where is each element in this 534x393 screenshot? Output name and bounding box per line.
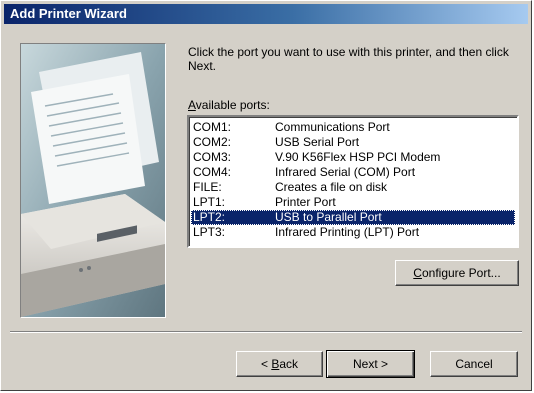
cancel-button[interactable]: Cancel <box>430 351 518 377</box>
port-description: Infrared Serial (COM) Port <box>275 165 416 179</box>
port-row-com1[interactable]: COM1: Communications Port <box>191 120 515 135</box>
port-name: COM3: <box>193 150 232 164</box>
port-name: LPT1: <box>193 195 226 209</box>
window-title: Add Printer Wizard <box>10 6 127 21</box>
back-button[interactable]: < Back <box>236 351 323 377</box>
next-button[interactable]: Next > <box>326 350 415 378</box>
port-description: Infrared Printing (LPT) Port <box>275 225 420 239</box>
back-prefix: < <box>260 357 272 371</box>
port-name: LPT2: <box>193 210 226 224</box>
available-ports-label: Available ports: <box>188 98 270 112</box>
printer-illustration <box>20 43 166 318</box>
port-row-lpt1[interactable]: LPT1: Printer Port <box>191 195 515 210</box>
ports-listbox[interactable]: COM1: Communications Port COM2: USB Seri… <box>187 115 519 248</box>
port-description: Printer Port <box>275 195 336 209</box>
port-name: COM4: <box>193 165 232 179</box>
port-description: Communications Port <box>275 120 390 134</box>
port-description: USB Serial Port <box>275 135 360 149</box>
port-row-lpt2-selected[interactable]: LPT2: USB to Parallel Port <box>191 210 515 225</box>
port-row-com2[interactable]: COM2: USB Serial Port <box>191 135 515 150</box>
button-separator <box>10 331 522 333</box>
ports-label-rest: vailable ports: <box>195 98 270 112</box>
ports-label-accel: A <box>188 98 196 112</box>
port-description: USB to Parallel Port <box>275 210 382 224</box>
port-description: V.90 K56Flex HSP PCI Modem <box>275 150 441 164</box>
port-name: COM2: <box>193 135 232 149</box>
port-name: FILE: <box>193 180 222 194</box>
wizard-window: Add Printer Wizard Click the port you wa… <box>0 0 532 391</box>
port-description: Creates a file on disk <box>275 180 388 194</box>
title-bar[interactable]: Add Printer Wizard <box>4 4 528 24</box>
port-row-lpt3[interactable]: LPT3: Infrared Printing (LPT) Port <box>191 225 515 240</box>
instruction-text: Click the port you want to use with this… <box>188 45 509 73</box>
port-row-file[interactable]: FILE: Creates a file on disk <box>191 180 515 195</box>
port-row-com4[interactable]: COM4: Infrared Serial (COM) Port <box>191 165 515 180</box>
configure-port-button[interactable]: Configure Port... <box>395 260 519 286</box>
port-name: LPT3: <box>193 225 226 239</box>
port-name: COM1: <box>193 120 232 134</box>
port-row-com3[interactable]: COM3: V.90 K56Flex HSP PCI Modem <box>191 150 515 165</box>
configure-label: onfigure Port... <box>421 266 501 280</box>
configure-accel: C <box>413 266 422 280</box>
back-label: ack <box>279 357 299 371</box>
